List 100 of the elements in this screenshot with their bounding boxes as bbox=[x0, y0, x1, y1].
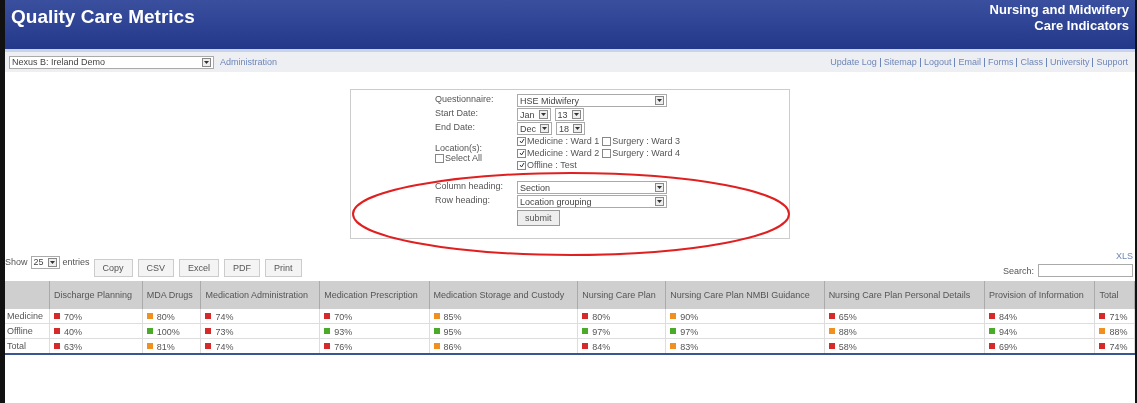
field-label: Row heading: bbox=[435, 195, 492, 207]
checkbox[interactable] bbox=[602, 148, 612, 158]
search-label: Search: bbox=[1002, 265, 1034, 276]
column-header[interactable]: Discharge Planning bbox=[49, 281, 143, 309]
nav-link[interactable]: Email bbox=[954, 57, 984, 67]
nav-link[interactable]: Logout bbox=[919, 57, 955, 67]
table-cell: 74% bbox=[1109, 341, 1128, 352]
table-cell: 74% bbox=[215, 311, 234, 322]
nav-link[interactable]: Update Log bbox=[827, 57, 880, 67]
nav-link[interactable]: Forms bbox=[983, 57, 1017, 67]
checkbox[interactable] bbox=[602, 136, 612, 146]
date-select[interactable]: 13 bbox=[554, 108, 584, 121]
export-button[interactable]: CSV bbox=[137, 259, 175, 277]
table-cell: 86% bbox=[443, 341, 462, 352]
table-cell: 69% bbox=[999, 341, 1018, 352]
nav-link[interactable]: Support bbox=[1092, 57, 1131, 67]
dropdown-arrow-icon[interactable] bbox=[571, 110, 581, 119]
table-cell: 84% bbox=[592, 341, 611, 352]
checkbox[interactable] bbox=[517, 136, 526, 146]
app-subtitle: Nursing and Midwifery bbox=[989, 2, 1129, 18]
table-cell: 73% bbox=[215, 326, 234, 337]
checkbox-label: Medicine : Ward 1 bbox=[527, 136, 600, 146]
table-cell: 94% bbox=[999, 326, 1018, 337]
dropdown-arrow-icon[interactable] bbox=[655, 197, 664, 206]
checkbox[interactable] bbox=[517, 160, 526, 170]
checkbox[interactable] bbox=[435, 153, 444, 163]
table-cell: 97% bbox=[680, 326, 699, 337]
dropdown-arrow-icon[interactable] bbox=[538, 110, 548, 119]
table-cell: 65% bbox=[838, 311, 857, 322]
column-header[interactable]: Total bbox=[1094, 281, 1135, 309]
table-cell: 100% bbox=[156, 326, 180, 337]
field-label: End Date: bbox=[435, 122, 477, 134]
table-cell: 71% bbox=[1109, 311, 1128, 322]
table-cell: 70% bbox=[64, 311, 82, 322]
table-cell: 88% bbox=[838, 326, 857, 337]
column-header[interactable]: MDA Drugs bbox=[142, 281, 201, 309]
column-header[interactable]: Provision of Information bbox=[984, 281, 1095, 309]
table-cell: 70% bbox=[334, 311, 353, 322]
field-label: Column heading: bbox=[435, 181, 505, 193]
export-link[interactable]: XLS bbox=[1116, 251, 1133, 261]
site-select[interactable]: Nexus B: Ireland Demo bbox=[9, 55, 214, 69]
app-title: Quality Care Metrics bbox=[11, 6, 195, 28]
checkbox[interactable] bbox=[517, 148, 526, 158]
table-cell: 80% bbox=[156, 311, 175, 322]
checkbox-label: Medicine : Ward 2 bbox=[527, 148, 600, 158]
row-label: Offline bbox=[5, 323, 50, 339]
checkbox-label: Surgery : Ward 4 bbox=[612, 148, 680, 158]
column-header[interactable]: Nursing Care Plan NMBI Guidance bbox=[665, 281, 825, 309]
row-label: Medicine bbox=[5, 309, 50, 324]
field-label: Questionnaire: bbox=[435, 94, 495, 106]
dropdown-arrow-icon[interactable] bbox=[202, 57, 211, 67]
row-label: Total bbox=[5, 338, 50, 354]
table-cell: 63% bbox=[64, 341, 82, 352]
table-cell: 76% bbox=[334, 341, 353, 352]
table-cell: 88% bbox=[1109, 326, 1128, 337]
column-header[interactable]: Medication Storage and Custody bbox=[429, 281, 578, 309]
checkbox-label: Select All bbox=[445, 153, 483, 163]
entries-label: entries bbox=[62, 257, 90, 267]
export-button[interactable]: PDF bbox=[224, 259, 261, 277]
checkbox-label: Surgery : Ward 3 bbox=[612, 136, 680, 146]
admin-link[interactable]: Administration bbox=[220, 57, 278, 67]
export-button[interactable]: Excel bbox=[179, 259, 220, 277]
heading-select[interactable]: Section bbox=[517, 181, 667, 194]
search-field[interactable] bbox=[1038, 264, 1133, 277]
table-cell: 85% bbox=[443, 311, 462, 322]
dropdown-arrow-icon[interactable] bbox=[655, 183, 664, 192]
table-cell: 80% bbox=[592, 311, 611, 322]
export-button[interactable]: Copy bbox=[93, 259, 133, 277]
heading-select[interactable]: Location grouping bbox=[517, 195, 667, 208]
dropdown-arrow-icon[interactable] bbox=[47, 257, 57, 267]
column-header[interactable]: Nursing Care Plan bbox=[577, 281, 666, 309]
questionnaire-select[interactable]: HSE Midwifery bbox=[517, 94, 667, 107]
column-header[interactable]: Nursing Care Plan Personal Details bbox=[824, 281, 985, 309]
table-cell: 58% bbox=[838, 341, 857, 352]
dropdown-arrow-icon[interactable] bbox=[540, 124, 549, 133]
date-select[interactable]: Jan bbox=[517, 108, 551, 121]
table-cell: 95% bbox=[443, 326, 462, 337]
nav-link[interactable]: Class bbox=[1016, 57, 1046, 67]
table-cell: 40% bbox=[64, 326, 82, 337]
export-button[interactable]: Print bbox=[265, 259, 302, 277]
page-size-select[interactable]: 25 bbox=[30, 255, 60, 269]
table-cell: 97% bbox=[592, 326, 611, 337]
table-cell: 83% bbox=[680, 341, 699, 352]
column-header[interactable]: Medication Prescription bbox=[319, 281, 430, 309]
column-header[interactable]: Medication Administration bbox=[200, 281, 320, 309]
table-cell: 93% bbox=[334, 326, 353, 337]
app-subtitle: Care Indicators bbox=[1034, 18, 1129, 34]
table-cell: 74% bbox=[215, 341, 234, 352]
date-select[interactable]: Dec bbox=[517, 122, 552, 135]
table-cell: 81% bbox=[156, 341, 175, 352]
table-cell: 84% bbox=[999, 311, 1018, 322]
submit-button[interactable]: submit bbox=[517, 210, 560, 226]
date-select[interactable]: 18 bbox=[556, 122, 586, 135]
nav-link[interactable]: Sitemap bbox=[879, 57, 920, 67]
checkbox-label: Offline : Test bbox=[527, 160, 577, 170]
field-label: Start Date: bbox=[435, 108, 480, 120]
dropdown-arrow-icon[interactable] bbox=[573, 124, 583, 133]
field-label: Location(s): bbox=[435, 143, 484, 153]
dropdown-arrow-icon[interactable] bbox=[655, 96, 664, 105]
nav-link[interactable]: University bbox=[1045, 57, 1093, 67]
